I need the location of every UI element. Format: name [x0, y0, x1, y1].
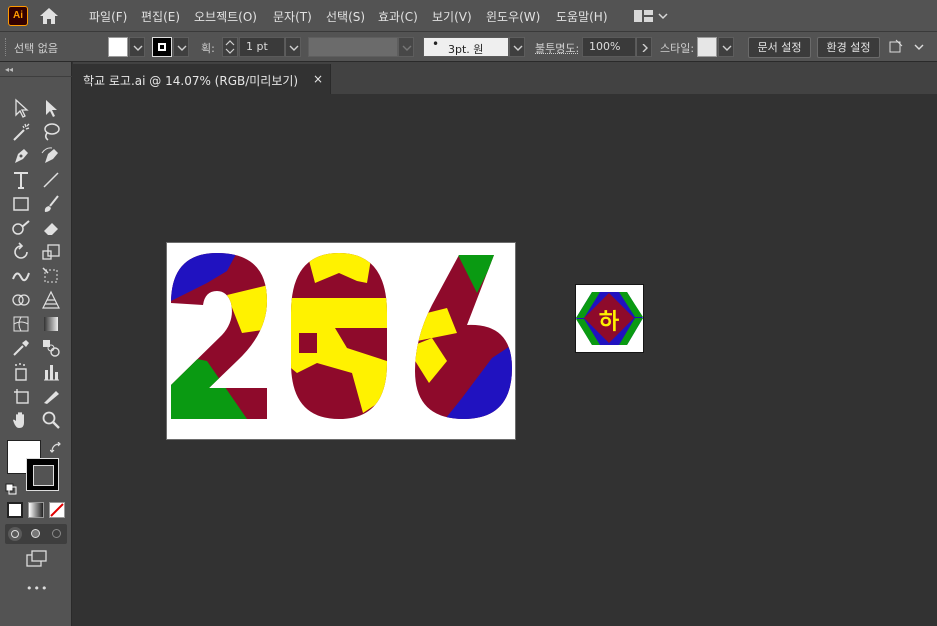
draw-normal-icon[interactable] — [8, 527, 22, 541]
menu-type[interactable]: 문자(T) — [273, 8, 312, 25]
app-logo: Ai — [8, 6, 28, 26]
preferences-button[interactable]: 환경 설정 — [817, 37, 880, 58]
rectangle-tool-icon[interactable] — [10, 193, 32, 215]
menu-file[interactable]: 파일(F) — [89, 8, 127, 25]
canvas[interactable]: 하 — [73, 94, 937, 626]
edit-toolbar-icon[interactable]: ••• — [26, 582, 48, 595]
type-tool-icon[interactable] — [10, 169, 32, 191]
screen-mode-icon[interactable] — [25, 549, 47, 569]
draw-behind-icon[interactable] — [29, 527, 43, 541]
curvature-tool-icon[interactable] — [40, 145, 62, 167]
menu-edit[interactable]: 편집(E) — [141, 8, 180, 25]
column-graph-tool-icon[interactable] — [40, 361, 62, 383]
panel-divider — [0, 76, 72, 77]
brush-dropdown[interactable] — [509, 37, 525, 57]
magic-wand-tool-icon[interactable] — [10, 121, 32, 143]
profile-dropdown[interactable] — [398, 37, 414, 57]
collapse-panel-icon[interactable]: ◂◂ — [5, 65, 13, 74]
document-tab-bar: 학교 로고.ai @ 14.07% (RGB/미리보기) × — [73, 62, 937, 94]
style-dropdown[interactable] — [718, 37, 734, 57]
scale-tool-icon[interactable] — [40, 241, 62, 263]
brush-definition-field[interactable]: • 3pt. 원 — [423, 37, 509, 57]
stroke-color-box[interactable] — [26, 458, 59, 491]
menu-effect[interactable]: 효과(C) — [378, 8, 418, 25]
artwork-206 — [171, 253, 512, 419]
warp-tool-icon[interactable] — [10, 265, 32, 287]
tools-panel: ◂◂ ••• — [0, 62, 72, 626]
blend-tool-icon[interactable] — [40, 337, 62, 359]
emblem-glyph: 하 — [599, 310, 620, 335]
arrange-documents-icon[interactable] — [887, 37, 925, 57]
control-bar: 선택 없음 획: 1 pt • 3pt. 원 불투명도: 100% 스타일: 문… — [0, 32, 937, 62]
artboard-206[interactable] — [166, 242, 516, 440]
drawing-modes-group — [5, 524, 67, 544]
default-fill-stroke-icon[interactable] — [5, 480, 17, 495]
stroke-weight-field[interactable]: 1 pt — [239, 37, 285, 57]
swap-fill-stroke-icon[interactable] — [49, 439, 62, 453]
fill-maroon — [299, 333, 317, 353]
opacity-field[interactable]: 100% — [582, 37, 636, 57]
color-mode-icon[interactable] — [7, 502, 23, 518]
direct-selection-tool-icon[interactable] — [40, 97, 62, 119]
style-label: 스타일: — [660, 42, 695, 55]
fill-dropdown[interactable] — [129, 37, 145, 57]
menu-view[interactable]: 보기(V) — [432, 8, 472, 25]
menu-window[interactable]: 윈도우(W) — [486, 8, 540, 25]
opacity-slider-button[interactable] — [636, 37, 652, 57]
brush-preset-label: 3pt. 원 — [448, 43, 484, 56]
draw-inside-icon[interactable] — [50, 527, 64, 541]
stroke-weight-stepper[interactable] — [222, 37, 238, 57]
close-tab-icon[interactable]: × — [313, 72, 323, 86]
brush-dot-icon: • — [432, 37, 440, 51]
document-setup-button[interactable]: 문서 설정 — [748, 37, 811, 58]
zoom-tool-icon[interactable] — [40, 409, 62, 431]
paintbrush-tool-icon[interactable] — [40, 193, 62, 215]
artboard-tool-icon[interactable] — [10, 385, 32, 407]
rotate-tool-icon[interactable] — [10, 241, 32, 263]
school-emblem: 하 — [576, 292, 643, 345]
home-icon[interactable] — [38, 6, 60, 26]
fill-color-swatch[interactable] — [108, 37, 128, 57]
stroke-label: 획: — [201, 42, 215, 55]
shaper-tool-icon[interactable] — [10, 217, 32, 239]
stroke-weight-dropdown[interactable] — [285, 37, 301, 57]
opacity-label[interactable]: 불투명도: — [535, 40, 579, 56]
perspective-grid-tool-icon[interactable] — [40, 289, 62, 311]
free-transform-tool-icon[interactable] — [40, 265, 62, 287]
selection-tool-icon[interactable] — [10, 97, 32, 119]
artboard-school-emblem[interactable]: 하 — [575, 284, 644, 353]
graphic-style-swatch[interactable] — [697, 37, 717, 57]
workspace-switcher-icon[interactable] — [626, 5, 672, 27]
hand-tool-icon[interactable] — [10, 409, 32, 431]
none-mode-icon[interactable] — [49, 502, 65, 518]
menu-select[interactable]: 선택(S) — [326, 8, 365, 25]
menu-help[interactable]: 도움말(H) — [556, 8, 608, 25]
grip-handle[interactable] — [5, 38, 7, 56]
gradient-tool-icon[interactable] — [40, 313, 62, 335]
gradient-mode-icon[interactable] — [28, 502, 44, 518]
selection-status: 선택 없음 — [14, 42, 58, 55]
slice-tool-icon[interactable] — [40, 385, 62, 407]
mesh-tool-icon[interactable] — [10, 313, 32, 335]
eraser-tool-icon[interactable] — [40, 217, 62, 239]
menu-object[interactable]: 오브젝트(O) — [194, 8, 257, 25]
shape-builder-tool-icon[interactable] — [10, 289, 32, 311]
stroke-color-swatch[interactable] — [152, 37, 172, 57]
menu-bar: Ai 파일(F) 편집(E) 오브젝트(O) 문자(T) 선택(S) 효과(C)… — [0, 0, 937, 32]
line-segment-tool-icon[interactable] — [40, 169, 62, 191]
document-tab-title: 학교 로고.ai @ 14.07% (RGB/미리보기) — [83, 74, 299, 88]
lasso-tool-icon[interactable] — [40, 121, 62, 143]
document-tab[interactable]: 학교 로고.ai @ 14.07% (RGB/미리보기) × — [73, 64, 331, 94]
variable-width-profile[interactable] — [308, 37, 398, 57]
pen-tool-icon[interactable] — [10, 145, 32, 167]
symbol-sprayer-tool-icon[interactable] — [10, 361, 32, 383]
stroke-dropdown[interactable] — [173, 37, 189, 57]
eyedropper-tool-icon[interactable] — [10, 337, 32, 359]
